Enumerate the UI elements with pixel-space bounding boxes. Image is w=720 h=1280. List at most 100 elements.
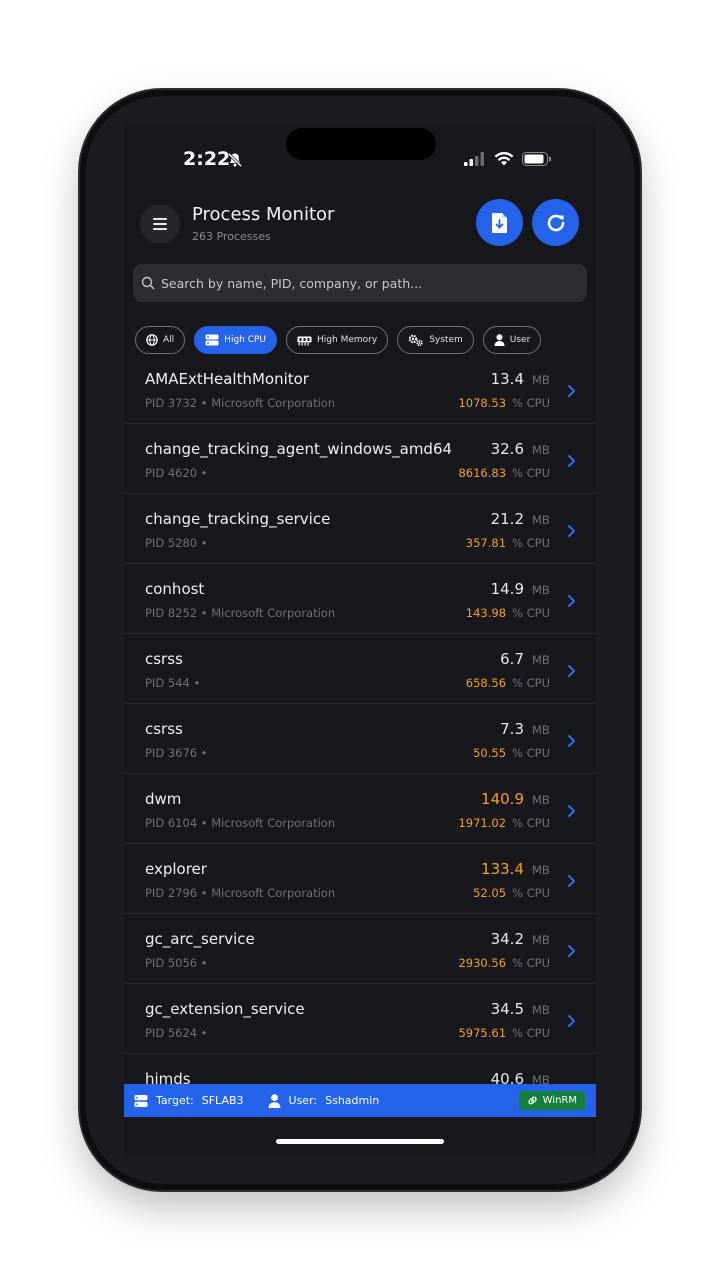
process-meta: PID 8252 • Microsoft Corporation	[145, 606, 336, 620]
process-name: explorer	[145, 860, 207, 878]
memory-unit: MB	[532, 723, 550, 737]
bell-muted-icon	[227, 152, 243, 168]
cpu-usage: 658.56 % CPU	[466, 676, 550, 690]
process-meta: PID 544 •	[145, 676, 201, 690]
process-meta: PID 5056 •	[145, 956, 208, 970]
process-name: AMAExtHealthMonitor	[145, 370, 309, 388]
cpu-value: 52.05	[473, 886, 507, 900]
process-name: gc_arc_service	[145, 930, 255, 948]
process-row[interactable]: csrss PID 544 • 6.7 MB 658.56 % CPU	[124, 634, 596, 704]
filter-chips: All High CPU High Memory System User	[135, 326, 542, 354]
search-field[interactable]: Search by name, PID, company, or path...	[133, 264, 587, 302]
memory-unit: MB	[532, 373, 550, 387]
filter-high-memory[interactable]: High Memory	[286, 326, 389, 354]
app-screen: 2:22 Process Monitor 263 Processes Searc…	[124, 126, 596, 1154]
user-icon	[494, 334, 505, 346]
filter-label: All	[163, 335, 175, 345]
process-meta: PID 3676 •	[145, 746, 208, 760]
process-row[interactable]: change_tracking_agent_windows_amd64 PID 4…	[124, 424, 596, 494]
memory-value: 14.9	[490, 580, 524, 598]
user-label: User:	[288, 1094, 318, 1107]
memory-usage: 7.3 MB	[500, 720, 550, 738]
cpu-unit: % CPU	[512, 536, 550, 550]
memory-icon	[297, 336, 312, 345]
search-placeholder: Search by name, PID, company, or path...	[161, 275, 423, 291]
chevron-right-icon	[568, 945, 575, 957]
chevron-right-icon	[568, 455, 575, 467]
memory-unit: MB	[532, 653, 550, 667]
wifi-icon	[494, 152, 514, 166]
home-indicator[interactable]	[276, 1139, 444, 1144]
process-meta: PID 5280 •	[145, 536, 208, 550]
process-row[interactable]: himds 40.6 MB	[124, 1054, 596, 1086]
chevron-right-icon	[568, 875, 575, 887]
memory-value: 21.2	[490, 510, 524, 528]
filter-label: System	[429, 335, 463, 345]
chevron-right-icon	[568, 665, 575, 677]
cpu-usage: 5975.61 % CPU	[458, 1026, 550, 1040]
filter-system[interactable]: System	[397, 326, 474, 354]
user-icon	[268, 1093, 281, 1108]
cpu-value: 1078.53	[458, 396, 507, 410]
filter-high-cpu[interactable]: High CPU	[194, 326, 278, 354]
process-meta: PID 6104 • Microsoft Corporation	[145, 816, 336, 830]
process-row[interactable]: csrss PID 3676 • 7.3 MB 50.55 % CPU	[124, 704, 596, 774]
target-info: Target: SFLAB3	[134, 1094, 244, 1108]
memory-value: 34.5	[490, 1000, 524, 1018]
process-name: dwm	[145, 790, 182, 808]
file-download-icon	[491, 212, 507, 233]
link-icon	[527, 1096, 537, 1105]
memory-value: 7.3	[500, 720, 524, 738]
process-name: change_tracking_service	[145, 510, 331, 528]
search-icon	[141, 276, 155, 290]
process-row[interactable]: dwm PID 6104 • Microsoft Corporation 140.9…	[124, 774, 596, 844]
process-row[interactable]: gc_arc_service PID 5056 • 34.2 MB 2930.56 % C…	[124, 914, 596, 984]
chevron-right-icon	[568, 385, 575, 397]
filter-user[interactable]: User	[482, 326, 542, 354]
menu-button[interactable]	[140, 204, 180, 244]
cpu-usage: 52.05 % CPU	[473, 886, 550, 900]
cpu-usage: 8616.83 % CPU	[458, 466, 550, 480]
process-name: change_tracking_agent_windows_amd64	[145, 440, 453, 458]
memory-usage: 21.2 MB	[491, 510, 550, 528]
process-meta: PID 3732 • Microsoft Corporation	[145, 396, 336, 410]
process-meta: PID 4620 •	[145, 466, 208, 480]
memory-usage: 14.9 MB	[491, 580, 550, 598]
cpu-unit: % CPU	[512, 956, 550, 970]
process-name: csrss	[145, 650, 183, 668]
filter-label: High Memory	[317, 335, 378, 345]
cpu-unit: % CPU	[512, 606, 550, 620]
page-title: Process Monitor	[192, 204, 335, 225]
hamburger-icon	[153, 218, 167, 230]
cpu-value: 143.98	[465, 606, 507, 620]
process-meta: PID 5624 •	[145, 1026, 208, 1040]
status-time: 2:22	[183, 148, 231, 170]
process-row[interactable]: AMAExtHealthMonitor PID 3732 • Microsoft …	[124, 362, 596, 424]
filter-all[interactable]: All	[135, 326, 186, 354]
cpu-value: 5975.61	[458, 1026, 507, 1040]
status-icons	[464, 152, 552, 166]
cpu-unit: % CPU	[512, 816, 550, 830]
process-row[interactable]: conhost PID 8252 • Microsoft Corporation 1…	[124, 564, 596, 634]
refresh-icon	[547, 214, 564, 231]
memory-usage: 133.4 MB	[481, 860, 550, 878]
memory-value: 140.9	[481, 790, 524, 808]
memory-unit: MB	[532, 863, 550, 877]
target-label: Target:	[156, 1094, 194, 1107]
chevron-right-icon	[568, 525, 575, 537]
user-value: Sshadmin	[325, 1094, 380, 1107]
memory-unit: MB	[532, 443, 550, 457]
protocol-badge: WinRM	[518, 1091, 585, 1110]
memory-usage: 13.4 MB	[491, 370, 550, 388]
chevron-right-icon	[568, 1015, 575, 1027]
refresh-button[interactable]	[532, 199, 579, 246]
process-row[interactable]: gc_extension_service PID 5624 • 34.5 MB 5975…	[124, 984, 596, 1054]
process-row[interactable]: change_tracking_service PID 5280 • 21.2 MB 3…	[124, 494, 596, 564]
chevron-right-icon	[568, 735, 575, 747]
cpu-unit: % CPU	[512, 886, 550, 900]
globe-icon	[146, 334, 158, 346]
process-row[interactable]: explorer PID 2796 • Microsoft Corporation…	[124, 844, 596, 914]
export-button[interactable]	[476, 199, 523, 246]
memory-value: 6.7	[500, 650, 524, 668]
cpu-usage: 1971.02 % CPU	[458, 816, 550, 830]
